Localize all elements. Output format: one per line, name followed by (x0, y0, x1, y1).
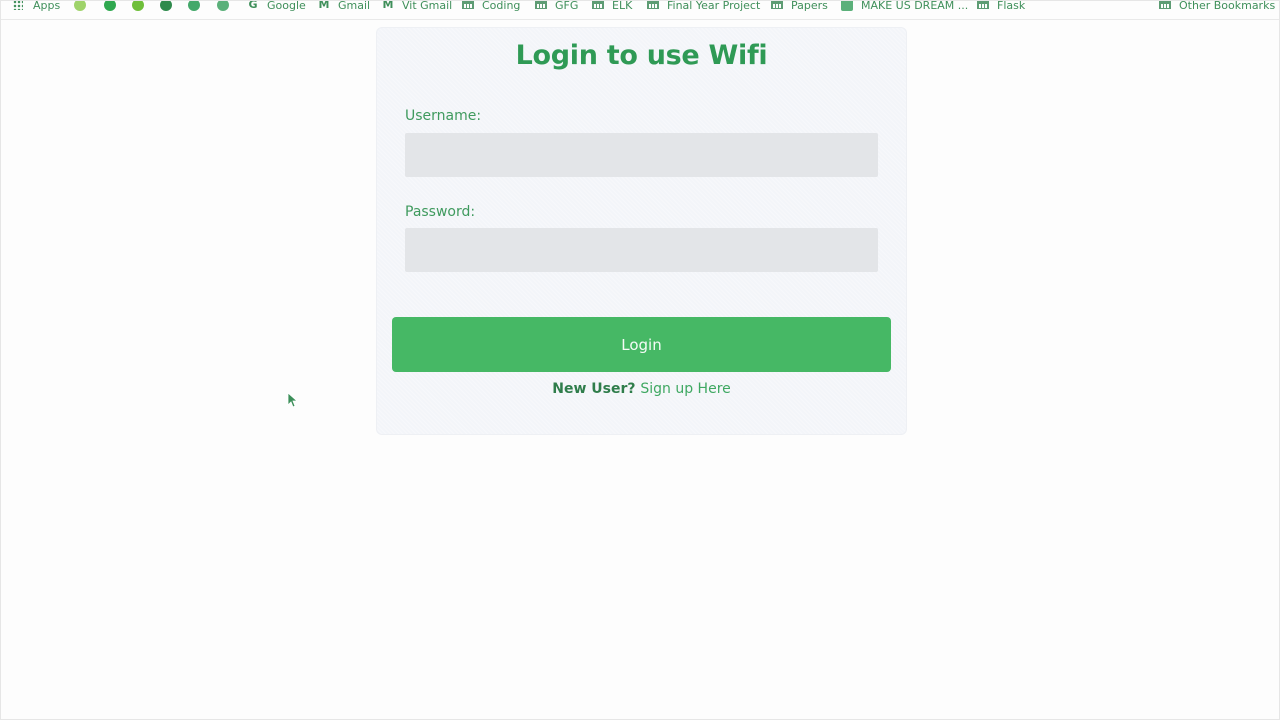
login-button[interactable]: Login (392, 317, 891, 372)
bookmark-site-4[interactable] (217, 1, 229, 12)
folder-icon (771, 1, 783, 9)
username-label: Username: (405, 108, 482, 124)
bookmark-label: Google (267, 0, 306, 12)
github-icon (160, 1, 172, 11)
bookmark-flask[interactable]: Flask (977, 0, 1026, 12)
bookmark-label: Apps (33, 0, 61, 12)
bookmark-label: GFG (555, 0, 579, 12)
google-icon: G (248, 0, 258, 11)
other-bookmarks[interactable]: Other Bookmarks (1159, 0, 1276, 12)
bookmark-papers[interactable]: Papers (771, 0, 828, 12)
bookmark-label: Flask (997, 0, 1026, 12)
username-input[interactable] (405, 133, 878, 177)
site-icon (74, 1, 86, 11)
gmail-icon: M (382, 0, 394, 11)
gmail-icon: M (318, 0, 330, 11)
bookmark-final-year-project[interactable]: Final Year Project (647, 0, 761, 12)
bookmark-whatsapp[interactable] (104, 1, 116, 12)
folder-icon (977, 1, 989, 9)
bookmark-site-1[interactable] (74, 1, 86, 12)
new-user-text: New User? (552, 381, 641, 397)
site-icon (132, 1, 144, 11)
site-icon (188, 1, 200, 11)
bookmark-github[interactable] (160, 1, 172, 12)
bookmark-label: Papers (791, 0, 828, 12)
password-label: Password: (405, 204, 476, 220)
site-icon (841, 1, 853, 11)
signup-row: New User? Sign up Here (377, 381, 906, 397)
mouse-cursor-icon (287, 392, 297, 408)
apps-grid-icon (13, 1, 23, 10)
signup-link[interactable]: Sign up Here (640, 381, 730, 397)
site-icon (217, 1, 229, 11)
bookmark-vit-gmail[interactable]: M Vit Gmail (382, 0, 453, 12)
bookmarks-bar: Apps G Google M Gmail M Vit Gmail Coding… (1, 0, 1279, 20)
whatsapp-icon (104, 1, 116, 11)
bookmark-apps[interactable]: Apps (13, 0, 61, 12)
password-input[interactable] (405, 228, 878, 272)
bookmark-label: Final Year Project (667, 0, 761, 12)
bookmark-gfg[interactable]: GFG (535, 0, 579, 12)
bookmark-gmail[interactable]: M Gmail (318, 0, 371, 12)
bookmark-coding[interactable]: Coding (462, 0, 521, 12)
folder-icon (592, 1, 604, 9)
folder-icon (647, 1, 659, 9)
other-bookmarks-label: Other Bookmarks (1179, 0, 1276, 12)
bookmark-label: Gmail (338, 0, 371, 12)
bookmark-elk[interactable]: ELK (592, 0, 633, 12)
bookmark-label: Coding (482, 0, 521, 12)
folder-icon (535, 1, 547, 9)
bookmark-site-3[interactable] (188, 1, 200, 12)
browser-page: Apps G Google M Gmail M Vit Gmail Coding… (0, 0, 1280, 720)
bookmark-label: ELK (612, 0, 633, 12)
login-card: Login to use Wifi Username: Password: Lo… (376, 27, 907, 435)
folder-icon (462, 1, 474, 9)
folder-icon (1159, 1, 1171, 9)
bookmark-site-2[interactable] (132, 1, 144, 12)
page-title: Login to use Wifi (515, 40, 768, 71)
bookmark-google[interactable]: G Google (247, 0, 306, 12)
bookmark-make-us-dream[interactable]: MAKE US DREAM ... (841, 0, 969, 12)
bookmark-label: Vit Gmail (402, 0, 453, 12)
bookmark-label: MAKE US DREAM ... (861, 0, 969, 12)
